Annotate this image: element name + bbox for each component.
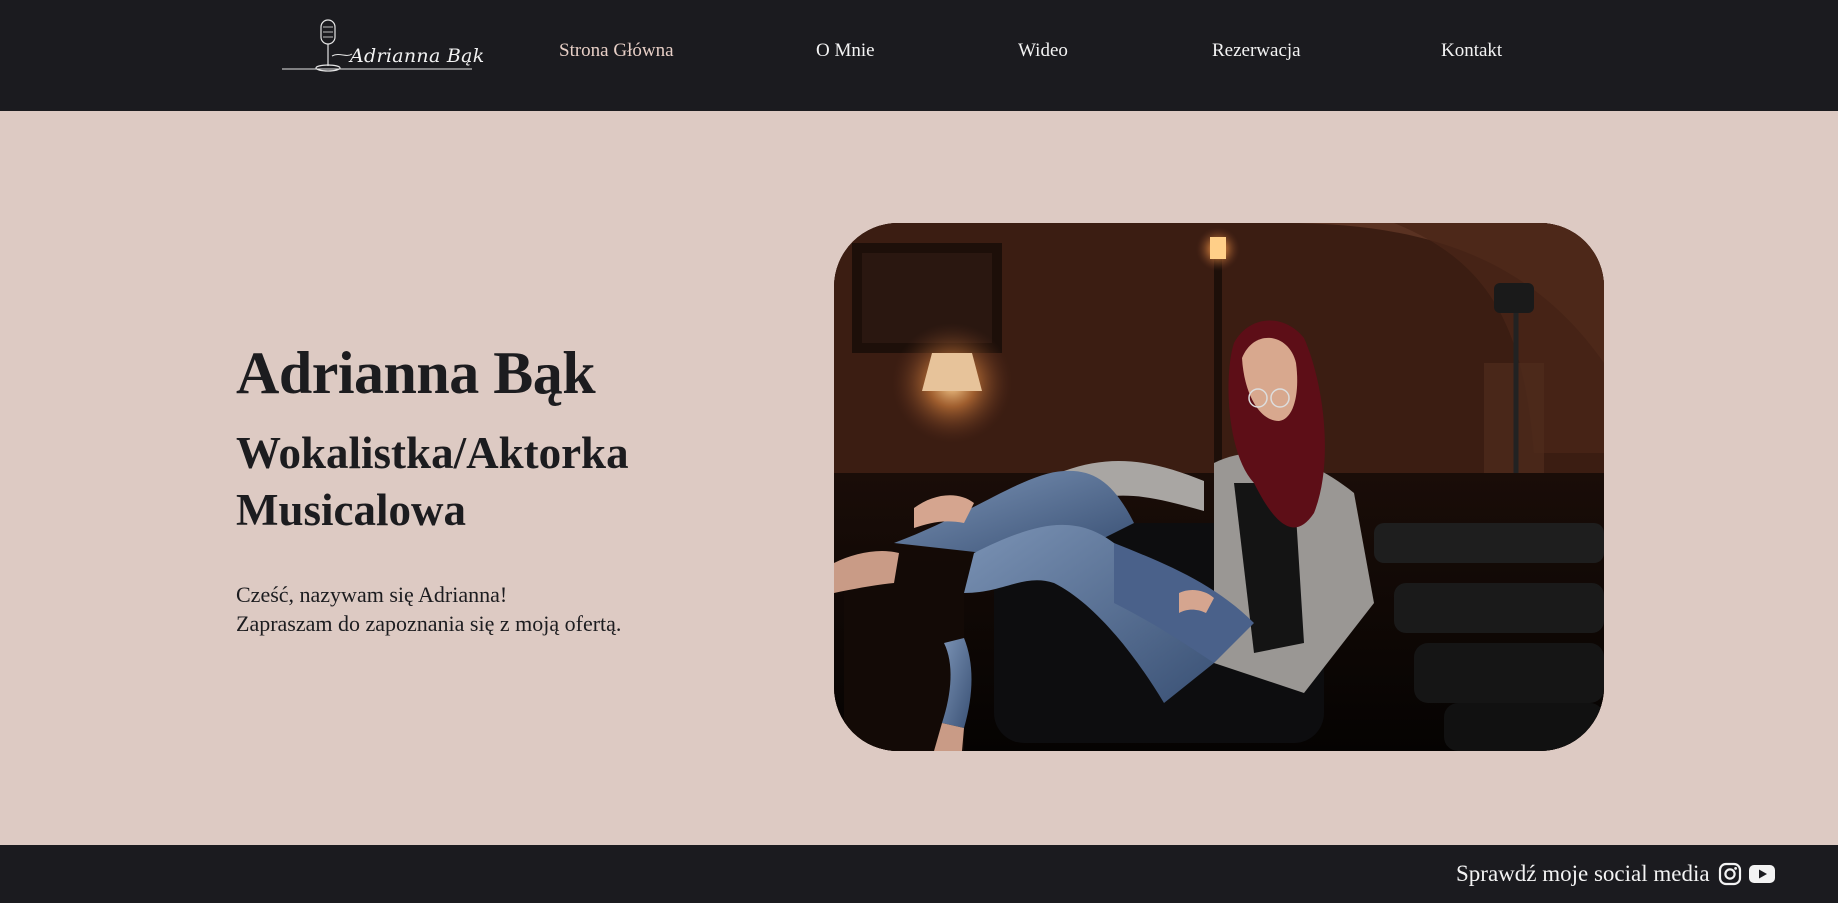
intro-line-2: Zapraszam do zapoznania się z moją ofert… [236,611,622,636]
instagram-icon[interactable] [1718,862,1744,886]
logo-text: Adrianna Bąk [350,45,485,67]
site-header: Adrianna Bąk Strona Główna O Mnie Wideo … [0,0,1838,111]
hero-title: Adrianna Bąk [236,340,596,406]
nav-item-wideo[interactable]: Wideo [1018,40,1068,66]
hero-photo [834,223,1604,751]
hero-section: Adrianna Bąk Wokalistka/Aktorka Musicalo… [0,111,1838,845]
hero-subtitle: Wokalistka/Aktorka Musicalowa [236,428,629,535]
nav-item-rezerwacja[interactable]: Rezerwacja [1212,40,1301,66]
nav-item-kontakt[interactable]: Kontakt [1441,40,1502,66]
nav-item-o-mnie[interactable]: O Mnie [816,40,875,66]
site-footer: Sprawdź moje social media [0,845,1838,903]
site-logo[interactable]: Adrianna Bąk [280,18,484,74]
intro-line-1: Cześć, nazywam się Adrianna! [236,582,508,607]
social-media-text: Sprawdź moje social media [1456,861,1710,886]
hero-intro: Cześć, nazywam się Adrianna! Zapraszam d… [236,580,756,638]
nav-item-strona-glowna[interactable]: Strona Główna [559,40,674,66]
youtube-icon[interactable] [1748,862,1776,886]
